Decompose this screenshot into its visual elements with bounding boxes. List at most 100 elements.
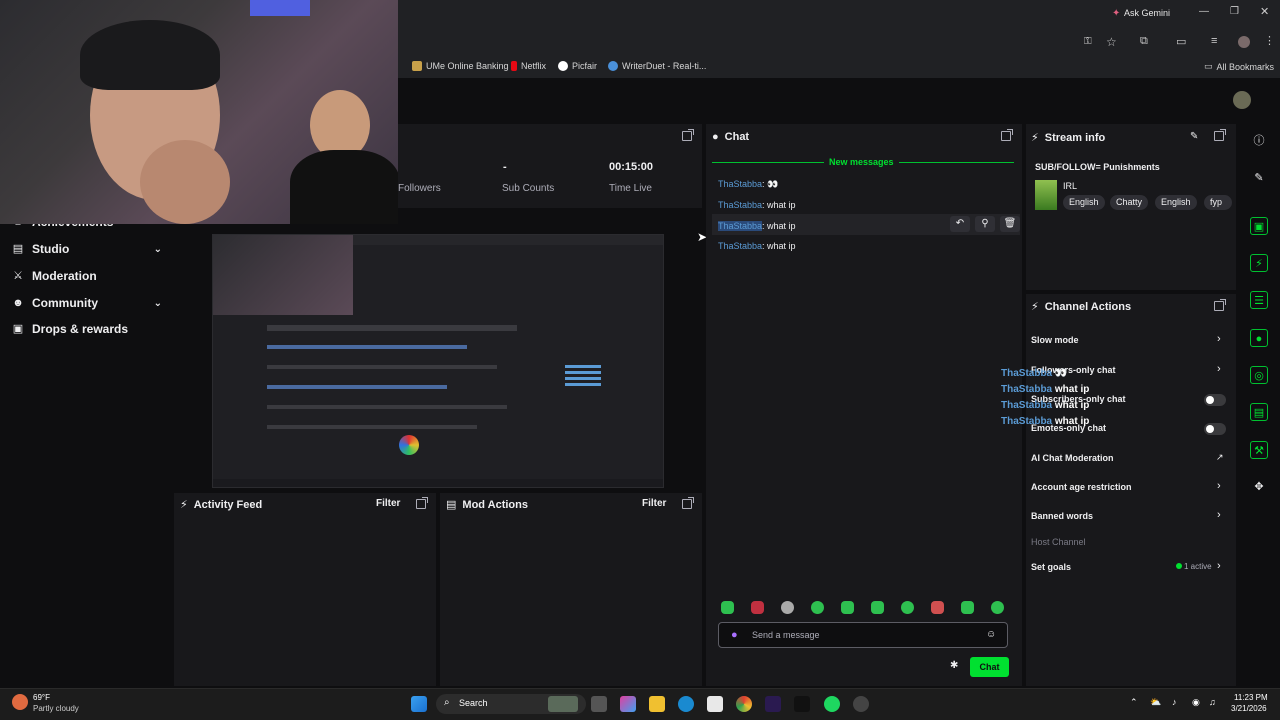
puzzle-icon[interactable]: ✥ <box>1250 478 1268 496</box>
chat-message[interactable]: ThaStabba: what ip <box>718 200 796 210</box>
sidebar-item-moderation[interactable]: ⚔ Moderation <box>12 269 162 283</box>
reading-list-icon[interactable]: ≡ <box>1211 35 1217 47</box>
emoji-icon[interactable]: ☺ <box>986 629 996 640</box>
file-explorer-icon[interactable] <box>649 696 665 712</box>
chevron-right-icon[interactable]: › <box>1217 509 1221 521</box>
popout-icon[interactable] <box>1214 299 1226 311</box>
popout-icon[interactable] <box>416 497 428 509</box>
set-goals-item[interactable]: Set goals <box>1031 562 1071 572</box>
popout-icon[interactable] <box>1214 129 1226 141</box>
edit-icon[interactable]: ✎ <box>1250 169 1268 187</box>
copilot-icon[interactable] <box>620 696 636 712</box>
bookmark-picfair[interactable]: Picfair <box>558 61 597 71</box>
sidebar-item-community[interactable]: ☻ Community ⌄ <box>12 296 162 310</box>
chevron-right-icon[interactable]: › <box>1217 560 1221 572</box>
sidebar-item-studio[interactable]: ▤ Studio ⌄ <box>12 242 162 256</box>
bookmark-star-icon[interactable]: ☆ <box>1106 35 1117 49</box>
emotes-only-toggle[interactable] <box>1204 423 1226 435</box>
taskbar-time[interactable]: 11:23 PM <box>1234 693 1268 702</box>
chat-header: ● Chat <box>712 131 750 143</box>
info-icon[interactable]: ⓘ <box>1250 132 1268 150</box>
chevron-right-icon[interactable]: › <box>1217 363 1221 375</box>
emote-icon[interactable] <box>751 601 764 614</box>
tiktok-icon[interactable] <box>794 696 810 712</box>
settings-gear-icon[interactable]: ✱ <box>950 660 958 671</box>
stream-tag[interactable]: fyp <box>1204 195 1232 210</box>
stream-preview-video[interactable] <box>212 234 664 488</box>
weather-temp[interactable]: 69°F <box>33 693 50 702</box>
slow-mode-item[interactable]: Slow mode <box>1031 335 1079 345</box>
chat-icon[interactable]: ● <box>1250 329 1268 347</box>
chat-message[interactable]: ThaStabba: what ip <box>718 241 796 251</box>
profile-avatar-icon[interactable] <box>1238 36 1250 48</box>
overlay-line: ThaStabba what ip <box>1001 416 1090 427</box>
store-icon[interactable] <box>707 696 723 712</box>
bookmark-ume-banking[interactable]: UMe Online Banking <box>412 61 509 71</box>
volume-icon[interactable]: ♫ <box>1209 697 1216 707</box>
edit-pencil-icon[interactable]: ✎ <box>1190 131 1198 142</box>
emote-icon[interactable] <box>991 601 1004 614</box>
spotify-icon[interactable] <box>824 696 840 712</box>
chat-send-button[interactable]: Chat <box>970 657 1009 677</box>
password-key-icon[interactable]: ⚿ <box>1084 36 1092 47</box>
chevron-right-icon[interactable]: › <box>1217 480 1221 492</box>
browser-menu-icon[interactable]: ⋮ <box>1264 34 1275 47</box>
chrome-icon[interactable] <box>736 696 752 712</box>
external-link-icon[interactable]: ↗ <box>1216 452 1224 463</box>
close-window-icon[interactable]: ✕ <box>1260 5 1269 18</box>
mod-actions-filter-button[interactable]: Filter <box>642 498 666 509</box>
edge-icon[interactable] <box>678 696 694 712</box>
user-avatar[interactable] <box>1233 91 1251 109</box>
ask-gemini-button[interactable]: Ask Gemini <box>1124 8 1170 18</box>
account-age-restriction-item[interactable]: Account age restriction <box>1031 482 1132 492</box>
bookmark-netflix[interactable]: Netflix <box>511 61 546 71</box>
microphone-tray-icon[interactable]: ♪ <box>1172 697 1177 707</box>
popout-icon[interactable] <box>682 497 694 509</box>
stream-tag[interactable]: English <box>1063 195 1105 210</box>
sidebar-item-drops-rewards[interactable]: ▣ Drops & rewards <box>12 322 162 336</box>
premiere-icon[interactable] <box>765 696 781 712</box>
emote-icon[interactable] <box>871 601 884 614</box>
lightning-icon[interactable]: ⚡ <box>1250 254 1268 272</box>
banned-words-item[interactable]: Banned words <box>1031 511 1093 521</box>
emote-icon[interactable] <box>931 601 944 614</box>
task-view-icon[interactable] <box>591 696 607 712</box>
chat-message[interactable]: ThaStabba: what ip <box>718 221 796 231</box>
pin-icon[interactable]: ⚲ <box>975 216 995 232</box>
subscribers-only-toggle[interactable] <box>1204 394 1226 406</box>
broadcast-icon[interactable]: ◎ <box>1250 366 1268 384</box>
popout-icon[interactable] <box>682 129 694 141</box>
emote-icon[interactable] <box>901 601 914 614</box>
bookmark-writerduet[interactable]: WriterDuet - Real-ti... <box>608 61 706 71</box>
microphone-icon[interactable]: ● <box>731 629 738 641</box>
restore-icon[interactable]: ❐ <box>1230 6 1239 17</box>
emote-icon[interactable] <box>961 601 974 614</box>
emote-icon[interactable] <box>841 601 854 614</box>
windows-start-icon[interactable] <box>411 696 427 712</box>
delete-icon[interactable]: 🗑 <box>1000 216 1020 232</box>
chat-message[interactable]: ThaStabba: 👀 <box>718 179 778 190</box>
document-icon[interactable]: ▤ <box>1250 403 1268 421</box>
list-icon[interactable]: ☰ <box>1250 291 1268 309</box>
wrench-icon[interactable]: ⚒ <box>1250 441 1268 459</box>
stream-tag[interactable]: Chatty <box>1110 195 1149 210</box>
screen-icon[interactable]: ▣ <box>1250 217 1268 235</box>
network-icon[interactable]: ⛅ <box>1150 697 1161 708</box>
emote-icon[interactable] <box>781 601 794 614</box>
emote-icon[interactable] <box>721 601 734 614</box>
chevron-up-icon[interactable]: ⌃ <box>1130 697 1138 708</box>
extensions-icon[interactable]: ⧉ <box>1140 35 1148 48</box>
chevron-right-icon[interactable]: › <box>1217 333 1221 345</box>
obs-icon[interactable] <box>853 696 869 712</box>
emote-icon[interactable] <box>811 601 824 614</box>
reply-icon[interactable]: ↶ <box>950 216 970 232</box>
activity-feed-filter-button[interactable]: Filter <box>376 498 400 509</box>
taskbar-date[interactable]: 3/21/2026 <box>1231 704 1267 713</box>
all-bookmarks-folder[interactable]: ▭ All Bookmarks <box>1204 61 1274 72</box>
popout-icon[interactable] <box>1001 129 1013 141</box>
wifi-icon[interactable]: ◉ <box>1192 697 1200 708</box>
ai-chat-moderation-item[interactable]: AI Chat Moderation <box>1031 453 1114 463</box>
minimize-icon[interactable]: — <box>1199 6 1209 17</box>
cast-icon[interactable]: ▭ <box>1176 35 1186 48</box>
stream-tag[interactable]: English <box>1155 195 1197 210</box>
